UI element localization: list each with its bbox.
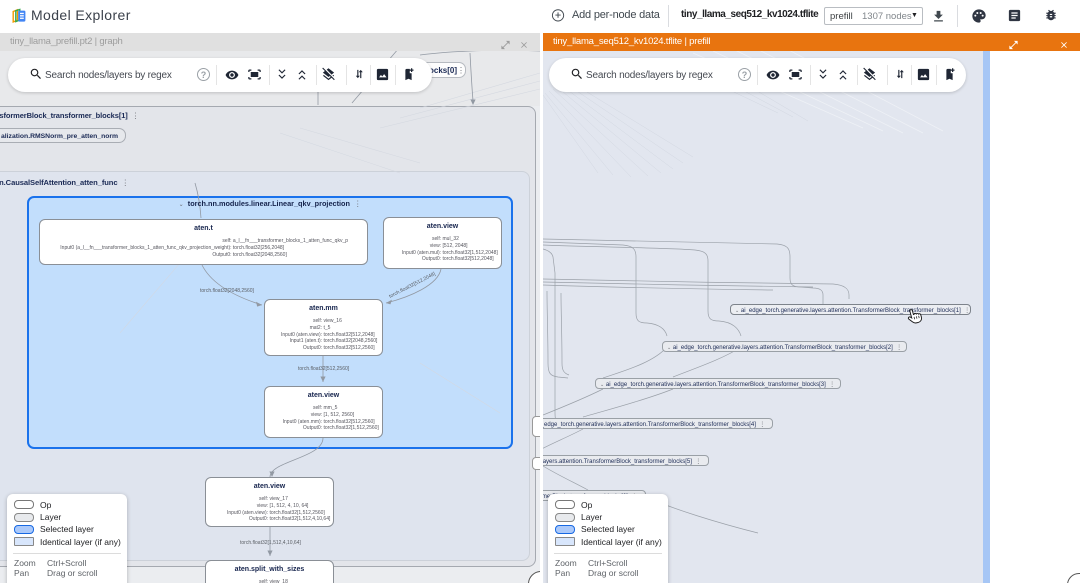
svg-text:torch.float32[512,2048]: torch.float32[512,2048] [388, 271, 437, 300]
svg-text:torch.float32[2048,2560]: torch.float32[2048,2560] [200, 288, 255, 294]
svg-text:torch.float32[1,512,4,10,64]: torch.float32[1,512,4,10,64] [240, 540, 301, 546]
svg-text:torch.float32[512,2560]: torch.float32[512,2560] [298, 366, 350, 372]
